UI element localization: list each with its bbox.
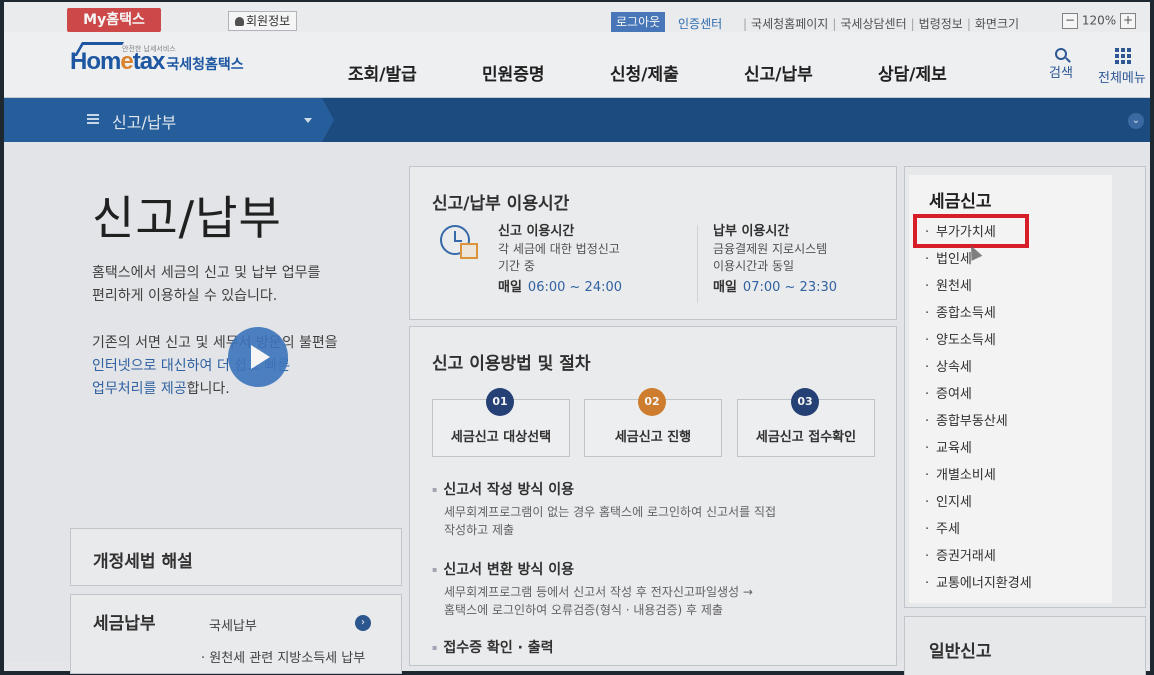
search-button[interactable]: 검색	[1049, 48, 1073, 81]
nts-counsel-link[interactable]: 국세상담센터	[840, 17, 906, 31]
user-icon	[235, 17, 244, 26]
video-play-button[interactable]	[228, 327, 288, 387]
method-write: 신고서 작성 방식 이용 세무회계프로그램이 없는 경우 홈택스에 로그인하여 …	[432, 479, 776, 539]
logo-nts-text: 국세청홈택스	[166, 57, 244, 73]
general-report-title: 일반신고	[929, 642, 992, 662]
menu-item-liquor-tax[interactable]: 주세	[923, 516, 1032, 543]
method-convert: 신고서 변환 방식 이용 세무회계프로그램 등에서 신고서 작성 후 전자신고파…	[432, 559, 753, 619]
procedure-title: 신고 이용방법 및 절차	[432, 354, 591, 374]
logo-tagline: 안전한 납세서비스	[122, 45, 176, 53]
site-header: 안전한 납세서비스 Hometax 국세청홈택스 조회/발급 민원증명 신청/제출…	[4, 32, 1150, 98]
step-label: 세금신고 대상선택	[450, 430, 552, 445]
menu-item-education-tax[interactable]: 교육세	[923, 435, 1032, 462]
zoom-in-button[interactable]: +	[1119, 13, 1136, 29]
usage-time-title: 신고/납부 이용시간	[432, 194, 570, 214]
expand-circle-button[interactable]: ⌄	[1128, 113, 1144, 129]
nts-homepage-link[interactable]: 국세청홈페이지	[751, 17, 828, 31]
step-label: 세금신고 진행	[614, 430, 692, 445]
menu-item-property-tax[interactable]: 종합부동산세	[923, 408, 1032, 435]
all-menu-button[interactable]: 전체메뉴	[1098, 48, 1146, 86]
report-time-info: 신고 이용시간 각 세금에 대한 법정신고 기간 중 매일 06:00 ~ 24:…	[498, 224, 623, 295]
menu-item-securities-tax[interactable]: 증권거래세	[923, 543, 1032, 570]
arrow-right-icon[interactable]: ›	[355, 615, 371, 631]
location-label: 신고/납부	[112, 113, 177, 132]
procedure-panel: 신고 이용방법 및 절차 01 세금신고 대상선택 02 세금신고 진행 03 …	[409, 326, 897, 666]
all-menu-label: 전체메뉴	[1098, 71, 1146, 86]
screen-size-label: 화면크기	[974, 17, 1020, 31]
my-hometax-button[interactable]: My홈택스	[67, 8, 161, 32]
zoom-out-button[interactable]: −	[1062, 13, 1078, 29]
zoom-level: 120%	[1081, 13, 1117, 28]
menu-item-excise-tax[interactable]: 개별소비세	[923, 462, 1032, 489]
menu-item-withholding-tax[interactable]: 원천세	[923, 273, 1032, 300]
tax-report-list: 부가가치세 법인세 원천세 종합소득세 양도소득세 상속세 증여세 종합부동산세…	[923, 219, 1032, 597]
step-number: 02	[638, 388, 666, 416]
national-tax-payment-link[interactable]: 국세납부	[209, 615, 257, 634]
nav-counsel-report[interactable]: 상담/제보	[878, 60, 947, 85]
clock-calendar-icon	[440, 225, 478, 261]
tax-report-title: 세금신고	[929, 192, 992, 212]
location-bar: 신고/납부 ⌄	[4, 98, 1150, 142]
nav-apply-submit[interactable]: 신청/제출	[610, 60, 679, 85]
search-icon	[1054, 48, 1067, 60]
cert-center-link[interactable]: 인증센터	[678, 15, 722, 32]
page-title: 신고/납부	[92, 191, 282, 245]
local-income-tax-link[interactable]: · 원천세 관련 지방소득세 납부	[201, 647, 365, 666]
menu-item-gift-tax[interactable]: 증여세	[923, 381, 1032, 408]
nav-civil-certificate[interactable]: 민원증명	[482, 60, 545, 85]
chevron-down-icon	[304, 118, 312, 123]
search-label: 검색	[1049, 66, 1073, 81]
grid-menu-icon	[1115, 48, 1131, 64]
intro-text: 홈택스에서 세금의 신고 및 납부 업무를 편리하게 이용하실 수 있습니다.	[92, 265, 321, 304]
member-info-button[interactable]: 회원정보	[228, 11, 298, 31]
step-number: 03	[791, 388, 819, 416]
utility-links: | 국세청홈페이지 | 국세상담센터 | 법령정보 | 화면크기	[743, 17, 1020, 31]
hamburger-icon	[87, 114, 99, 124]
step-number: 01	[486, 388, 514, 416]
member-info-label: 회원정보	[246, 14, 291, 28]
receipt-confirm: 접수증 확인 · 출력	[432, 637, 553, 657]
tax-law-guide-title: 개정세법 해설	[93, 552, 193, 572]
menu-item-income-tax[interactable]: 종합소득세	[923, 300, 1032, 327]
general-report-panel[interactable]: 일반신고	[904, 616, 1146, 675]
menu-item-traffic-energy-tax[interactable]: 교통에너지환경세	[923, 570, 1032, 597]
pay-time-info: 납부 이용시간 금융결제원 지로시스템 이용시간과 동일 매일 07:00 ~ 2…	[713, 224, 838, 295]
nav-inquiry-issue[interactable]: 조회/발급	[348, 60, 417, 85]
logo-roof-icon	[73, 42, 125, 56]
tax-payment-box: 세금납부 국세납부 › · 원천세 관련 지방소득세 납부	[70, 594, 402, 674]
menu-item-stamp-tax[interactable]: 인지세	[923, 489, 1032, 516]
step-confirm: 03 세금신고 접수확인	[737, 388, 875, 457]
usage-time-panel: 신고/납부 이용시간 신고 이용시간 각 세금에 대한 법정신고 기간 중 매일…	[409, 166, 897, 320]
nav-report-pay[interactable]: 신고/납부	[744, 60, 813, 85]
step-label: 세금신고 접수확인	[755, 430, 857, 445]
step-proceed: 02 세금신고 진행	[584, 388, 722, 457]
zoom-control: − 120% +	[1062, 13, 1136, 29]
tax-law-guide-box[interactable]: 개정세법 해설	[70, 528, 402, 586]
step-select-target: 01 세금신고 대상선택	[432, 388, 570, 457]
menu-item-inheritance-tax[interactable]: 상속세	[923, 354, 1032, 381]
law-info-link[interactable]: 법령정보	[919, 17, 963, 31]
logout-button[interactable]: 로그아웃	[611, 12, 666, 32]
menu-item-capital-gains-tax[interactable]: 양도소득세	[923, 327, 1032, 354]
divider	[697, 225, 698, 303]
tax-payment-title: 세금납부	[93, 614, 156, 634]
hometax-logo[interactable]: 안전한 납세서비스 Hometax 국세청홈택스	[70, 42, 244, 76]
highlight-box	[913, 214, 1029, 248]
intro-text-2: 기존의 서면 신고 및 세무서 방문의 불편을 인터넷으로 대신하여 더 쉽고 …	[92, 335, 338, 397]
